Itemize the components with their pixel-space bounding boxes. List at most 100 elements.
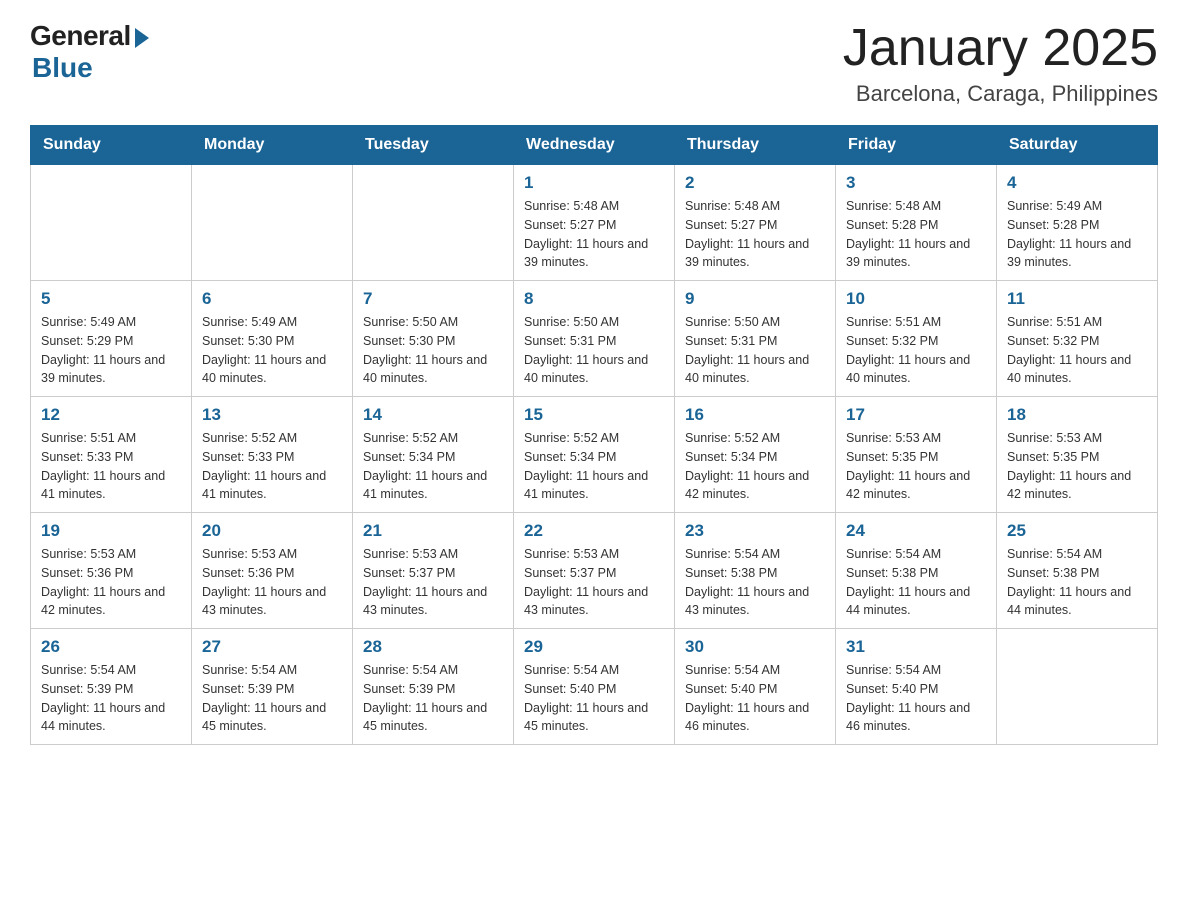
logo: General Blue [30,20,149,84]
calendar-cell: 7 Sunrise: 5:50 AMSunset: 5:30 PMDaylight… [353,281,514,397]
day-info: Sunrise: 5:52 AMSunset: 5:34 PMDaylight:… [363,429,503,504]
calendar-subtitle: Barcelona, Caraga, Philippines [843,81,1158,107]
day-number: 13 [202,405,342,425]
day-info: Sunrise: 5:48 AMSunset: 5:28 PMDaylight:… [846,197,986,272]
calendar-cell: 11 Sunrise: 5:51 AMSunset: 5:32 PMDayligh… [997,281,1158,397]
day-number: 1 [524,173,664,193]
calendar-cell: 17Sunrise: 5:53 AMSunset: 5:35 PMDayligh… [836,397,997,513]
calendar-cell: 5Sunrise: 5:49 AMSunset: 5:29 PMDaylight… [31,281,192,397]
weekday-header-saturday: Saturday [997,126,1158,165]
day-number: 21 [363,521,503,541]
calendar-title: January 2025 [843,20,1158,77]
day-number: 22 [524,521,664,541]
day-number: 24 [846,521,986,541]
calendar-cell: 29Sunrise: 5:54 AMSunset: 5:40 PMDayligh… [514,629,675,745]
day-info: Sunrise: 5:49 AMSunset: 5:28 PMDaylight:… [1007,197,1147,272]
day-info: Sunrise: 5:54 AMSunset: 5:38 PMDaylight:… [846,545,986,620]
day-info: Sunrise: 5:54 AMSunset: 5:38 PMDaylight:… [685,545,825,620]
page-header: General Blue January 2025 Barcelona, Car… [30,20,1158,107]
day-info: Sunrise: 5:52 AMSunset: 5:33 PMDaylight:… [202,429,342,504]
calendar-cell: 18 Sunrise: 5:53 AMSunset: 5:35 PMDayligh… [997,397,1158,513]
day-number: 15 [524,405,664,425]
calendar-cell: 15 Sunrise: 5:52 AMSunset: 5:34 PMDayligh… [514,397,675,513]
calendar-cell: 21 Sunrise: 5:53 AMSunset: 5:37 PMDayligh… [353,513,514,629]
weekday-header-wednesday: Wednesday [514,126,675,165]
calendar-week-row: 26 Sunrise: 5:54 AMSunset: 5:39 PMDayligh… [31,629,1158,745]
calendar-cell [353,165,514,281]
day-info: Sunrise: 5:48 AMSunset: 5:27 PMDaylight:… [524,197,664,272]
day-number: 3 [846,173,986,193]
day-info: Sunrise: 5:53 AMSunset: 5:36 PMDaylight:… [202,545,342,620]
calendar-cell: 30Sunrise: 5:54 AMSunset: 5:40 PMDayligh… [675,629,836,745]
day-info: Sunrise: 5:51 AMSunset: 5:32 PMDaylight:… [846,313,986,388]
calendar-cell: 8Sunrise: 5:50 AMSunset: 5:31 PMDaylight… [514,281,675,397]
day-number: 14 [363,405,503,425]
calendar-cell: 26 Sunrise: 5:54 AMSunset: 5:39 PMDayligh… [31,629,192,745]
calendar-cell [997,629,1158,745]
day-info: Sunrise: 5:53 AMSunset: 5:36 PMDaylight:… [41,545,181,620]
calendar-cell: 12Sunrise: 5:51 AMSunset: 5:33 PMDayligh… [31,397,192,513]
day-info: Sunrise: 5:54 AMSunset: 5:39 PMDaylight:… [363,661,503,736]
day-info: Sunrise: 5:53 AMSunset: 5:37 PMDaylight:… [363,545,503,620]
day-info: Sunrise: 5:52 AMSunset: 5:34 PMDaylight:… [685,429,825,504]
day-number: 2 [685,173,825,193]
day-info: Sunrise: 5:53 AMSunset: 5:35 PMDaylight:… [1007,429,1147,504]
calendar-cell: 9Sunrise: 5:50 AMSunset: 5:31 PMDaylight… [675,281,836,397]
weekday-header-tuesday: Tuesday [353,126,514,165]
day-info: Sunrise: 5:51 AMSunset: 5:33 PMDaylight:… [41,429,181,504]
calendar-cell: 28 Sunrise: 5:54 AMSunset: 5:39 PMDayligh… [353,629,514,745]
calendar-cell: 16Sunrise: 5:52 AMSunset: 5:34 PMDayligh… [675,397,836,513]
calendar-cell: 13 Sunrise: 5:52 AMSunset: 5:33 PMDayligh… [192,397,353,513]
day-number: 19 [41,521,181,541]
weekday-header-monday: Monday [192,126,353,165]
day-info: Sunrise: 5:54 AMSunset: 5:38 PMDaylight:… [1007,545,1147,620]
day-number: 31 [846,637,986,657]
day-number: 27 [202,637,342,657]
day-info: Sunrise: 5:49 AMSunset: 5:29 PMDaylight:… [41,313,181,388]
day-number: 8 [524,289,664,309]
calendar-cell: 27 Sunrise: 5:54 AMSunset: 5:39 PMDayligh… [192,629,353,745]
calendar-cell: 2 Sunrise: 5:48 AMSunset: 5:27 PMDaylight… [675,165,836,281]
calendar-cell: 24 Sunrise: 5:54 AMSunset: 5:38 PMDayligh… [836,513,997,629]
calendar-cell: 19 Sunrise: 5:53 AMSunset: 5:36 PMDayligh… [31,513,192,629]
calendar-cell: 22 Sunrise: 5:53 AMSunset: 5:37 PMDayligh… [514,513,675,629]
calendar-cell: 14 Sunrise: 5:52 AMSunset: 5:34 PMDayligh… [353,397,514,513]
day-info: Sunrise: 5:51 AMSunset: 5:32 PMDaylight:… [1007,313,1147,388]
day-info: Sunrise: 5:54 AMSunset: 5:40 PMDaylight:… [846,661,986,736]
calendar-cell: 1 Sunrise: 5:48 AMSunset: 5:27 PMDaylight… [514,165,675,281]
day-info: Sunrise: 5:54 AMSunset: 5:40 PMDaylight:… [524,661,664,736]
calendar-cell: 10Sunrise: 5:51 AMSunset: 5:32 PMDayligh… [836,281,997,397]
calendar-week-row: 1 Sunrise: 5:48 AMSunset: 5:27 PMDaylight… [31,165,1158,281]
calendar-body: 1 Sunrise: 5:48 AMSunset: 5:27 PMDaylight… [31,165,1158,745]
day-info: Sunrise: 5:52 AMSunset: 5:34 PMDaylight:… [524,429,664,504]
day-info: Sunrise: 5:53 AMSunset: 5:37 PMDaylight:… [524,545,664,620]
calendar-cell [31,165,192,281]
calendar-week-row: 12Sunrise: 5:51 AMSunset: 5:33 PMDayligh… [31,397,1158,513]
day-info: Sunrise: 5:54 AMSunset: 5:39 PMDaylight:… [41,661,181,736]
day-info: Sunrise: 5:49 AMSunset: 5:30 PMDaylight:… [202,313,342,388]
day-number: 20 [202,521,342,541]
calendar-cell: 31 Sunrise: 5:54 AMSunset: 5:40 PMDayligh… [836,629,997,745]
logo-arrow-icon [135,28,149,48]
day-number: 11 [1007,289,1147,309]
day-number: 9 [685,289,825,309]
day-number: 4 [1007,173,1147,193]
day-number: 6 [202,289,342,309]
day-number: 28 [363,637,503,657]
day-number: 18 [1007,405,1147,425]
weekday-header-thursday: Thursday [675,126,836,165]
calendar-cell: 6 Sunrise: 5:49 AMSunset: 5:30 PMDaylight… [192,281,353,397]
calendar-week-row: 19 Sunrise: 5:53 AMSunset: 5:36 PMDayligh… [31,513,1158,629]
calendar-cell: 4 Sunrise: 5:49 AMSunset: 5:28 PMDaylight… [997,165,1158,281]
day-info: Sunrise: 5:53 AMSunset: 5:35 PMDaylight:… [846,429,986,504]
calendar-header: SundayMondayTuesdayWednesdayThursdayFrid… [31,126,1158,165]
calendar-table: SundayMondayTuesdayWednesdayThursdayFrid… [30,125,1158,745]
day-info: Sunrise: 5:48 AMSunset: 5:27 PMDaylight:… [685,197,825,272]
calendar-cell [192,165,353,281]
day-info: Sunrise: 5:50 AMSunset: 5:30 PMDaylight:… [363,313,503,388]
day-number: 26 [41,637,181,657]
calendar-cell: 20 Sunrise: 5:53 AMSunset: 5:36 PMDayligh… [192,513,353,629]
day-info: Sunrise: 5:54 AMSunset: 5:39 PMDaylight:… [202,661,342,736]
day-number: 7 [363,289,503,309]
calendar-cell: 23Sunrise: 5:54 AMSunset: 5:38 PMDayligh… [675,513,836,629]
